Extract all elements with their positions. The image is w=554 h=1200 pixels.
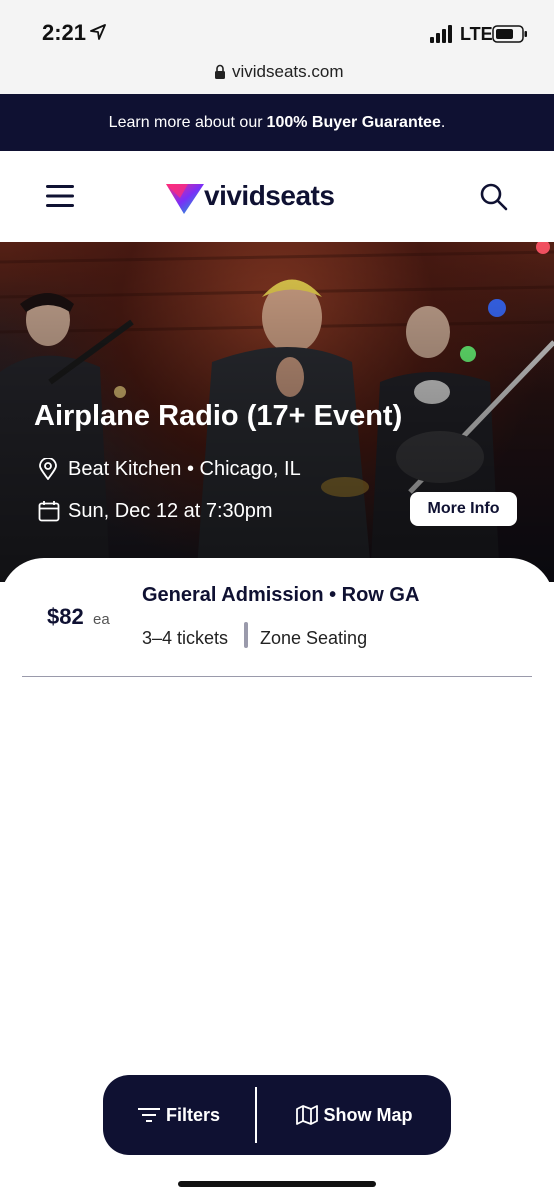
- listing-price: $82: [47, 604, 84, 629]
- vividseats-logo[interactable]: vividseats: [166, 180, 356, 216]
- url-text: vividseats.com: [232, 62, 344, 81]
- more-info-button[interactable]: More Info: [410, 492, 517, 526]
- hamburger-menu-icon[interactable]: [46, 184, 74, 208]
- show-map-label: Show Map: [323, 1104, 413, 1125]
- event-venue: Beat Kitchen • Chicago, IL: [68, 458, 301, 480]
- banner-prefix: Learn more about our: [108, 113, 263, 131]
- seating-type: Zone Seating: [260, 628, 368, 648]
- status-bar: 2:21 LTE: [0, 0, 554, 56]
- filters-map-bar: Filters Show Map: [103, 1075, 451, 1155]
- url-bar[interactable]: vividseats.com: [0, 56, 554, 94]
- location-pin-icon: [39, 458, 57, 480]
- buyer-guarantee-banner[interactable]: Learn more about our 100% Buyer Guarante…: [0, 94, 554, 151]
- event-date: Sun, Dec 12 at 7:30pm: [68, 500, 273, 522]
- event-hero: Airplane Radio (17+ Event) Beat Kitchen …: [0, 242, 554, 582]
- event-title: Airplane Radio (17+ Event): [34, 400, 403, 432]
- banner-suffix: .: [440, 113, 446, 131]
- status-time: 2:21: [42, 20, 87, 45]
- ticket-quantity: 3–4 tickets: [142, 628, 229, 648]
- signal-icon: [430, 25, 452, 43]
- logo-text: vividseats: [204, 180, 335, 211]
- price-unit: ea: [93, 611, 110, 628]
- show-map-button[interactable]: Show Map: [257, 1075, 451, 1155]
- calendar-icon: [38, 501, 60, 522]
- map-icon: [295, 1105, 318, 1125]
- logo-mark-icon: [166, 184, 204, 214]
- lock-icon: [215, 64, 225, 79]
- network-type: LTE: [460, 24, 493, 44]
- listing-section: General Admission • Row GA: [142, 584, 420, 606]
- ticket-listing[interactable]: $82 ea General Admission • Row GA 3–4 ti…: [22, 558, 532, 677]
- home-indicator[interactable]: [178, 1181, 376, 1187]
- site-header: vividseats: [0, 151, 554, 242]
- filter-icon: [137, 1108, 160, 1122]
- battery-icon: [492, 25, 527, 43]
- filters-button[interactable]: Filters: [103, 1075, 255, 1155]
- location-arrow-icon: [90, 24, 106, 40]
- listing-divider: [244, 622, 248, 648]
- banner-emphasis: 100% Buyer Guarantee: [266, 113, 441, 131]
- search-icon[interactable]: [479, 182, 509, 212]
- filters-label: Filters: [165, 1104, 221, 1125]
